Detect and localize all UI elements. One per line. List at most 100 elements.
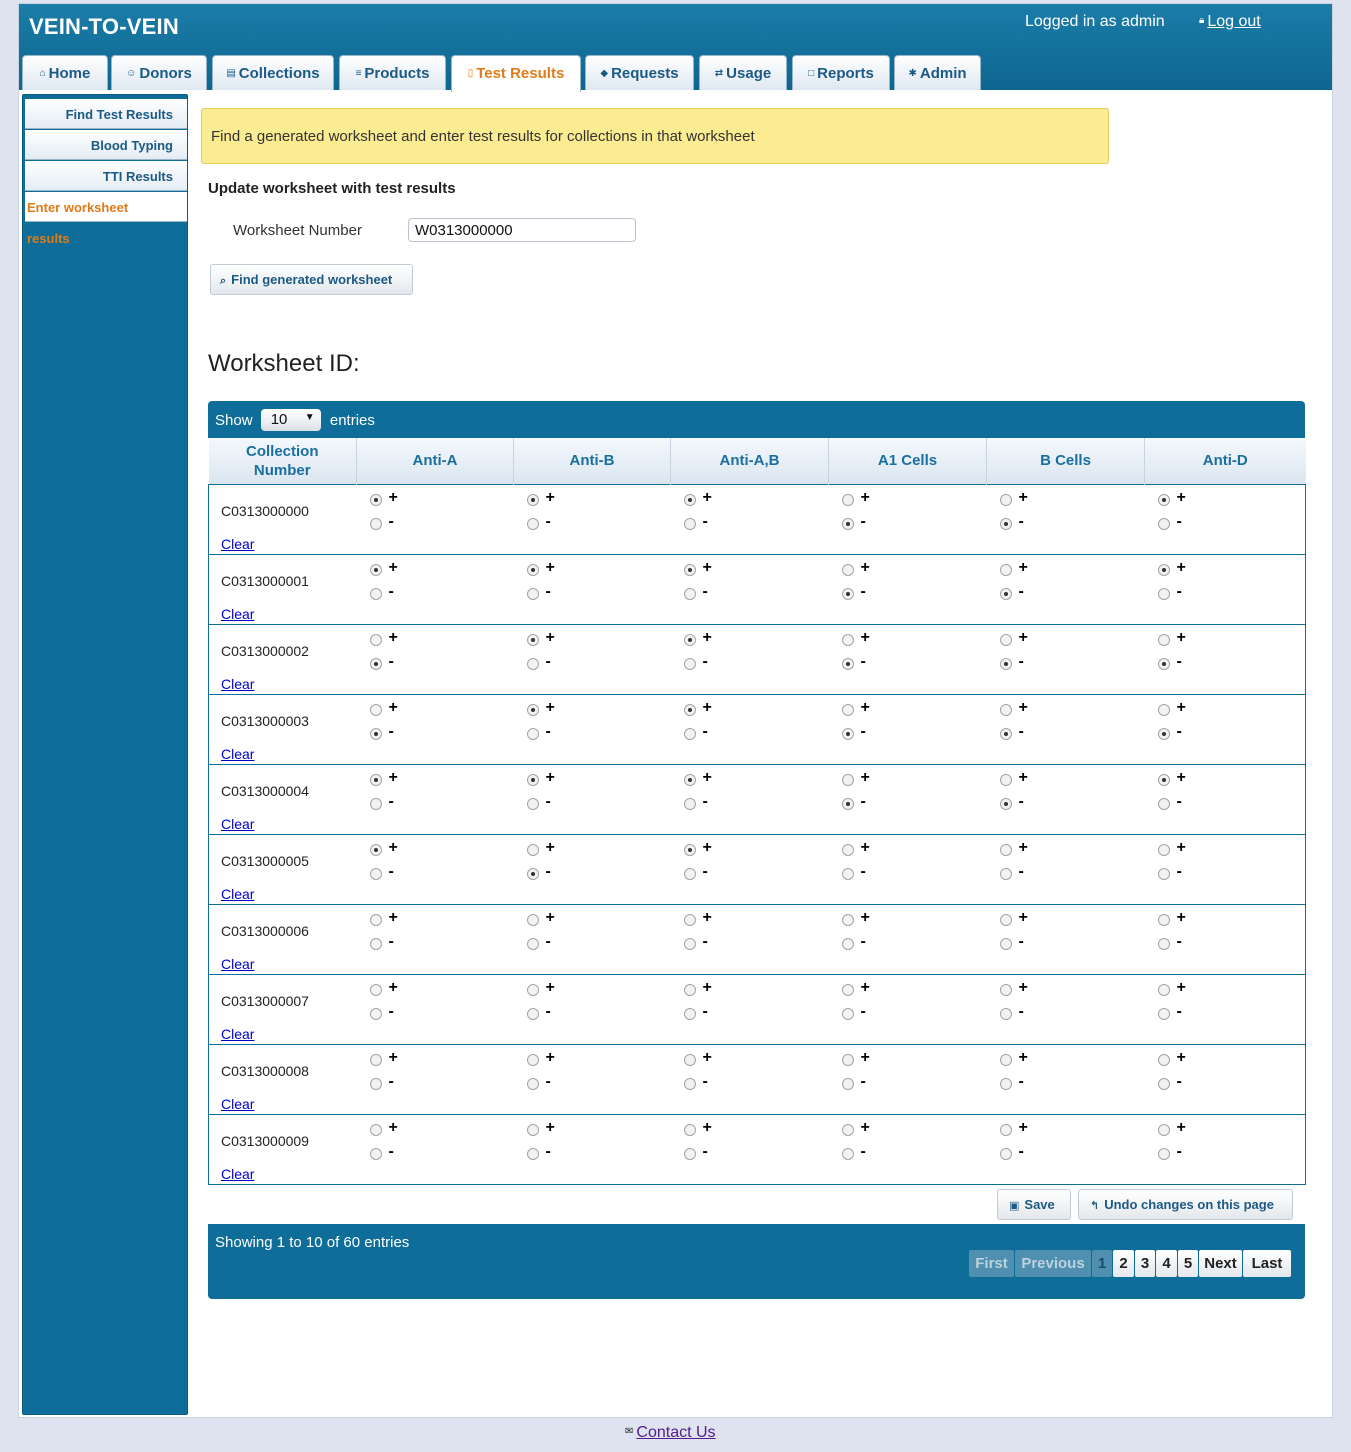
negative-radio[interactable] xyxy=(841,657,854,670)
positive-radio[interactable] xyxy=(526,633,539,646)
pagination-last[interactable]: Last xyxy=(1243,1250,1291,1277)
positive-radio[interactable] xyxy=(999,1053,1012,1066)
negative-radio[interactable] xyxy=(526,1077,539,1090)
positive-radio[interactable] xyxy=(1157,983,1170,996)
negative-radio[interactable] xyxy=(1157,867,1170,880)
positive-radio[interactable] xyxy=(1157,1123,1170,1136)
positive-radio[interactable] xyxy=(841,773,854,786)
tab-reports[interactable]: □ Reports xyxy=(792,55,890,90)
clear-link[interactable]: Clear xyxy=(221,746,254,762)
negative-radio[interactable] xyxy=(369,797,382,810)
positive-radio[interactable] xyxy=(369,773,382,786)
pagination-page[interactable]: 1 xyxy=(1092,1250,1112,1277)
negative-radio[interactable] xyxy=(841,727,854,740)
negative-radio[interactable] xyxy=(999,1077,1012,1090)
pagination-page[interactable]: 5 xyxy=(1178,1250,1198,1277)
negative-radio[interactable] xyxy=(1157,657,1170,670)
sidebar-item-find-test-results[interactable]: Find Test Results xyxy=(25,99,187,129)
positive-radio[interactable] xyxy=(999,913,1012,926)
positive-radio[interactable] xyxy=(683,1123,696,1136)
column-header[interactable]: Anti-D xyxy=(1144,438,1306,484)
pagination-first[interactable]: First xyxy=(969,1250,1014,1277)
negative-radio[interactable] xyxy=(999,1147,1012,1160)
negative-radio[interactable] xyxy=(526,797,539,810)
negative-radio[interactable] xyxy=(841,1007,854,1020)
negative-radio[interactable] xyxy=(841,517,854,530)
positive-radio[interactable] xyxy=(526,703,539,716)
positive-radio[interactable] xyxy=(1157,563,1170,576)
clear-link[interactable]: Clear xyxy=(221,676,254,692)
positive-radio[interactable] xyxy=(841,703,854,716)
positive-radio[interactable] xyxy=(683,493,696,506)
positive-radio[interactable] xyxy=(683,913,696,926)
column-header[interactable]: Anti-B xyxy=(513,438,671,484)
negative-radio[interactable] xyxy=(841,937,854,950)
tab-donors[interactable]: ☺ Donors xyxy=(111,55,207,90)
negative-radio[interactable] xyxy=(999,587,1012,600)
positive-radio[interactable] xyxy=(526,1053,539,1066)
positive-radio[interactable] xyxy=(683,843,696,856)
negative-radio[interactable] xyxy=(1157,1007,1170,1020)
negative-radio[interactable] xyxy=(369,727,382,740)
negative-radio[interactable] xyxy=(999,1007,1012,1020)
positive-radio[interactable] xyxy=(526,843,539,856)
pagination-page[interactable]: 4 xyxy=(1156,1250,1177,1277)
negative-radio[interactable] xyxy=(526,867,539,880)
negative-radio[interactable] xyxy=(841,867,854,880)
clear-link[interactable]: Clear xyxy=(221,956,254,972)
positive-radio[interactable] xyxy=(1157,773,1170,786)
clear-link[interactable]: Clear xyxy=(221,1096,254,1112)
clear-link[interactable]: Clear xyxy=(221,1166,254,1182)
negative-radio[interactable] xyxy=(683,1077,696,1090)
positive-radio[interactable] xyxy=(999,633,1012,646)
clear-link[interactable]: Clear xyxy=(221,606,254,622)
negative-radio[interactable] xyxy=(526,587,539,600)
negative-radio[interactable] xyxy=(1157,1077,1170,1090)
tab-collections[interactable]: ▤ Collections xyxy=(212,55,334,90)
clear-link[interactable]: Clear xyxy=(221,1026,254,1042)
positive-radio[interactable] xyxy=(841,913,854,926)
tab-requests[interactable]: ◆ Requests xyxy=(585,55,694,90)
positive-radio[interactable] xyxy=(683,1053,696,1066)
positive-radio[interactable] xyxy=(683,563,696,576)
positive-radio[interactable] xyxy=(999,1123,1012,1136)
positive-radio[interactable] xyxy=(841,493,854,506)
sidebar-item-enter-worksheet-results[interactable]: Enter worksheet results xyxy=(25,192,187,246)
positive-radio[interactable] xyxy=(1157,1053,1170,1066)
worksheet-number-input[interactable] xyxy=(408,218,636,242)
negative-radio[interactable] xyxy=(683,657,696,670)
negative-radio[interactable] xyxy=(999,797,1012,810)
tab-home[interactable]: ⌂ Home xyxy=(22,55,108,90)
negative-radio[interactable] xyxy=(369,867,382,880)
negative-radio[interactable] xyxy=(526,937,539,950)
positive-radio[interactable] xyxy=(1157,913,1170,926)
logout-link[interactable]: Log out xyxy=(1207,13,1260,30)
negative-radio[interactable] xyxy=(369,1147,382,1160)
negative-radio[interactable] xyxy=(369,657,382,670)
sidebar-item-tti-results[interactable]: TTI Results xyxy=(25,161,187,191)
negative-radio[interactable] xyxy=(683,727,696,740)
positive-radio[interactable] xyxy=(369,1123,382,1136)
negative-radio[interactable] xyxy=(683,867,696,880)
negative-radio[interactable] xyxy=(1157,1147,1170,1160)
negative-radio[interactable] xyxy=(369,937,382,950)
find-worksheet-button[interactable]: ⌕ Find generated worksheet xyxy=(210,264,413,295)
negative-radio[interactable] xyxy=(683,797,696,810)
positive-radio[interactable] xyxy=(841,563,854,576)
column-header[interactable]: B Cells xyxy=(986,438,1145,484)
negative-radio[interactable] xyxy=(841,797,854,810)
positive-radio[interactable] xyxy=(369,563,382,576)
positive-radio[interactable] xyxy=(526,493,539,506)
negative-radio[interactable] xyxy=(1157,937,1170,950)
positive-radio[interactable] xyxy=(999,983,1012,996)
undo-changes-button[interactable]: ↰ Undo changes on this page xyxy=(1078,1189,1293,1220)
positive-radio[interactable] xyxy=(683,633,696,646)
positive-radio[interactable] xyxy=(369,983,382,996)
save-button[interactable]: ▣ Save xyxy=(997,1189,1071,1220)
negative-radio[interactable] xyxy=(841,1077,854,1090)
negative-radio[interactable] xyxy=(683,1007,696,1020)
pagination-page[interactable]: 2 xyxy=(1113,1250,1134,1277)
positive-radio[interactable] xyxy=(369,843,382,856)
positive-radio[interactable] xyxy=(369,1053,382,1066)
column-header[interactable]: Anti-A,B xyxy=(670,438,829,484)
